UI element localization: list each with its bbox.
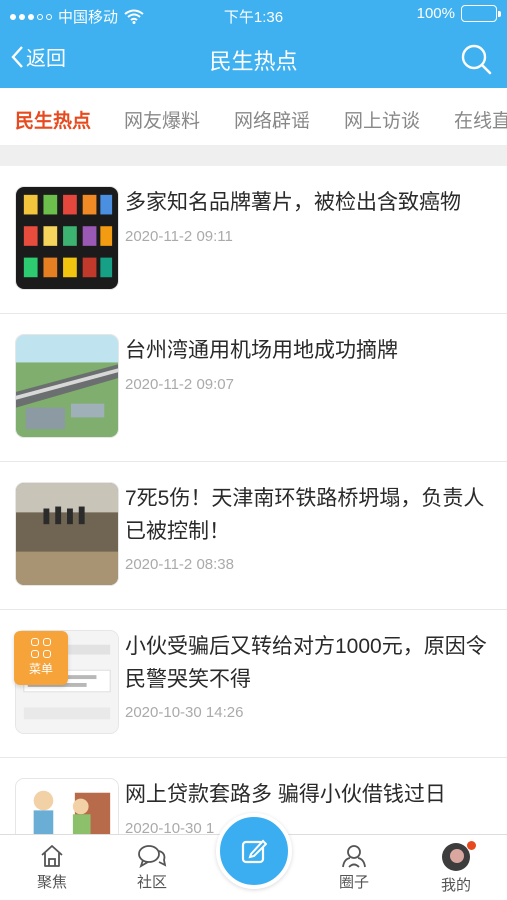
back-button[interactable]: 返回 [10, 42, 66, 71]
news-item[interactable]: 小伙受骗后又转给对方1000元，原因令民警哭笑不得 2020-10-30 14:… [0, 610, 507, 758]
news-thumbnail [15, 482, 119, 586]
compose-button[interactable] [216, 813, 292, 889]
floating-menu-label: 菜单 [28, 662, 53, 676]
battery-percent: 100% [416, 5, 455, 22]
chat-bubbles-icon [138, 845, 167, 868]
news-item[interactable]: 7死5伤！天津南环铁路桥坍塌，负责人已被控制！ 2020-11-2 08:38 [0, 462, 507, 610]
news-title: 7死5伤！天津南环铁路桥坍塌，负责人已被控制！ [125, 487, 485, 543]
page-title: 民生热点 [209, 49, 298, 74]
tabbar-focus[interactable]: 聚焦 [22, 843, 82, 892]
nav-bar: 返回 民生热点 [0, 30, 507, 88]
chips-shelf-image [16, 187, 118, 289]
tabbar-community[interactable]: 社区 [122, 843, 182, 892]
notification-dot [467, 841, 476, 850]
news-item[interactable]: 台州湾通用机场用地成功摘牌 2020-11-2 09:07 [0, 314, 507, 462]
bridge-collapse-scene-image [16, 483, 118, 585]
floating-menu-button[interactable]: 菜单 [14, 631, 68, 685]
category-tabs: 民生热点 网友爆料 网络辟谣 网上访谈 在线直 [0, 88, 507, 146]
news-list: 多家知名品牌薯片，被检出含致癌物 2020-11-2 09:11 台州湾通用机场… [0, 166, 507, 834]
battery-icon: ⚡ [461, 5, 501, 22]
tab-minsheng-redian[interactable]: 民生热点 [15, 106, 91, 133]
news-thumbnail [15, 334, 119, 438]
news-date: 2020-10-30 14:26 [125, 704, 244, 721]
tab-wangyou-baoliao[interactable]: 网友爆料 [124, 106, 200, 133]
news-date: 2020-11-2 09:07 [125, 376, 234, 393]
tab-wangluo-piyao[interactable]: 网络辟谣 [234, 106, 310, 133]
chevron-left-icon [11, 45, 23, 68]
cartoon-illustration-image [16, 779, 118, 834]
top-bar: 中国移动 下午1:36 100% ⚡ 返回 民生热点 [0, 0, 507, 88]
tab-wangshang-fangtan[interactable]: 网上访谈 [344, 106, 420, 133]
tabbar-circle[interactable]: 圈子 [324, 843, 384, 892]
group-icon [342, 845, 366, 868]
tabbar-focus-label: 聚焦 [36, 874, 67, 891]
back-label: 返回 [26, 48, 66, 70]
news-date: 2020-10-30 1 [125, 820, 215, 834]
search-icon[interactable] [459, 42, 493, 76]
news-thumbnail [15, 186, 119, 290]
news-title: 台州湾通用机场用地成功摘牌 [125, 339, 398, 362]
news-title: 小伙受骗后又转给对方1000元，原因令民警哭笑不得 [125, 635, 487, 691]
home-icon [41, 845, 63, 867]
news-thumbnail [15, 778, 119, 834]
news-item[interactable]: 多家知名品牌薯片，被检出含致癌物 2020-11-2 09:11 [0, 166, 507, 314]
tabbar-mine-label: 我的 [440, 877, 471, 894]
tabbar-mine[interactable]: 我的 [426, 841, 486, 895]
news-title: 网上贷款套路多 骗得小伙借钱过日 [125, 783, 446, 806]
news-title: 多家知名品牌薯片，被检出含致癌物 [125, 191, 461, 214]
news-date: 2020-11-2 08:38 [125, 556, 234, 573]
bottom-tab-bar: 聚焦 社区 圈子 我的 [0, 813, 507, 900]
edit-icon [241, 839, 267, 864]
tab-zaixian-zhibo[interactable]: 在线直 [454, 106, 507, 133]
status-bar: 中国移动 下午1:36 100% ⚡ [0, 0, 507, 30]
section-divider [0, 146, 507, 166]
avatar [442, 843, 470, 871]
tabbar-circle-label: 圈子 [338, 874, 369, 891]
tabbar-community-label: 社区 [136, 874, 167, 891]
grid-icon [31, 638, 51, 658]
news-date: 2020-11-2 09:11 [125, 228, 233, 245]
airport-rendering-image [16, 335, 118, 437]
